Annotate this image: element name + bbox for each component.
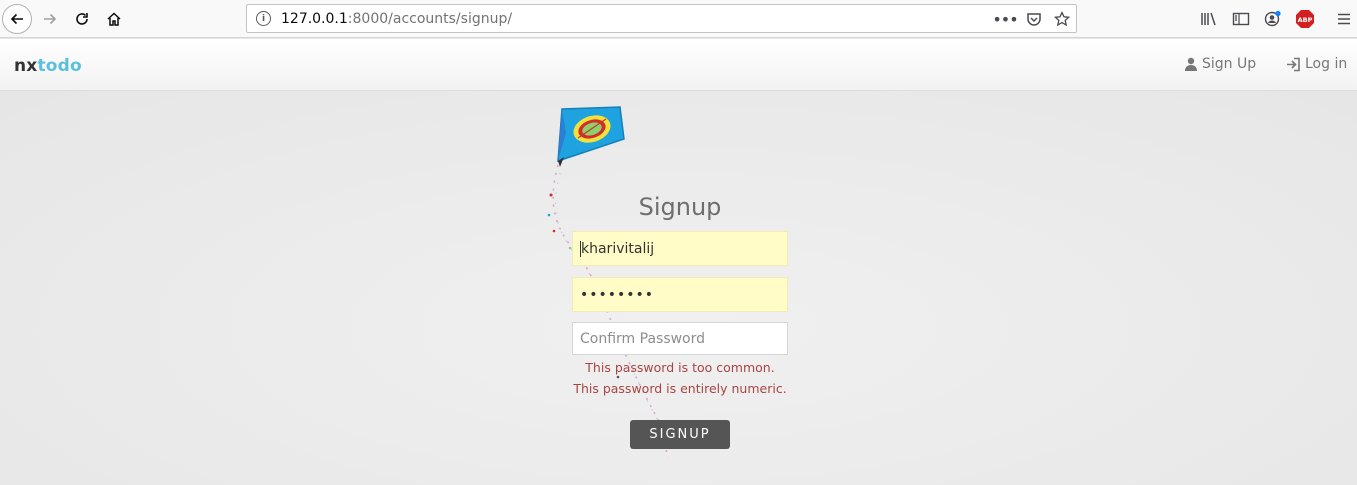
adblock-icon[interactable]: ABP bbox=[1294, 8, 1316, 30]
browser-toolbar: i 127.0.0.1:8000/accounts/signup/ ••• AB… bbox=[0, 0, 1357, 38]
home-button[interactable] bbox=[99, 4, 129, 34]
confirm-password-placeholder: Confirm Password bbox=[580, 330, 706, 347]
brand-part-2: todo bbox=[37, 56, 82, 76]
password-value: •••••••• bbox=[580, 286, 655, 303]
username-value: kharivitalij bbox=[581, 240, 655, 257]
pocket-icon[interactable] bbox=[1024, 9, 1044, 29]
arrow-left-icon bbox=[10, 13, 23, 25]
main-content: Signup kharivitalij •••••••• Confirm Pas… bbox=[0, 91, 1357, 485]
nav-signup-link[interactable]: Sign Up bbox=[1184, 56, 1256, 72]
signup-submit-button[interactable]: SIGNUP bbox=[630, 420, 730, 449]
brand-logo[interactable]: nxtodo bbox=[14, 56, 82, 76]
url-text: 127.0.0.1:8000/accounts/signup/ bbox=[281, 11, 512, 27]
nav-login-label: Log in bbox=[1305, 56, 1348, 72]
login-icon bbox=[1287, 57, 1300, 71]
reload-button[interactable] bbox=[67, 4, 97, 34]
info-icon[interactable]: i bbox=[256, 11, 271, 26]
back-button[interactable] bbox=[2, 4, 32, 34]
app-navbar: nxtodo Sign Up Log in bbox=[0, 39, 1357, 91]
hamburger-menu-icon[interactable] bbox=[1333, 8, 1355, 30]
home-icon bbox=[107, 12, 121, 26]
nav-login-link[interactable]: Log in bbox=[1286, 56, 1347, 72]
url-path: :8000/accounts/signup/ bbox=[347, 11, 513, 27]
error-message: This password is too common. bbox=[585, 360, 775, 375]
confirm-password-input[interactable]: Confirm Password bbox=[572, 322, 788, 355]
account-icon[interactable] bbox=[1262, 8, 1284, 30]
password-input[interactable]: •••••••• bbox=[572, 277, 788, 312]
more-icon[interactable]: ••• bbox=[992, 9, 1018, 29]
signup-title: Signup bbox=[638, 193, 722, 221]
forward-button[interactable] bbox=[35, 4, 65, 34]
adblock-label: ABP bbox=[1298, 16, 1313, 24]
sidebar-icon[interactable] bbox=[1230, 8, 1252, 30]
bookmark-star-icon[interactable] bbox=[1052, 9, 1072, 29]
brand-part-1: nx bbox=[14, 56, 38, 76]
address-bar[interactable]: i 127.0.0.1:8000/accounts/signup/ ••• bbox=[246, 4, 1077, 33]
url-host: 127.0.0.1 bbox=[281, 11, 348, 27]
library-icon[interactable] bbox=[1198, 8, 1220, 30]
user-icon bbox=[1185, 57, 1197, 71]
username-input[interactable]: kharivitalij bbox=[572, 231, 788, 266]
reload-icon bbox=[76, 13, 88, 25]
error-messages: This password is too common. This passwo… bbox=[560, 357, 800, 399]
nav-signup-label: Sign Up bbox=[1202, 56, 1257, 72]
arrow-right-icon bbox=[44, 13, 57, 25]
error-message: This password is entirely numeric. bbox=[573, 381, 787, 396]
